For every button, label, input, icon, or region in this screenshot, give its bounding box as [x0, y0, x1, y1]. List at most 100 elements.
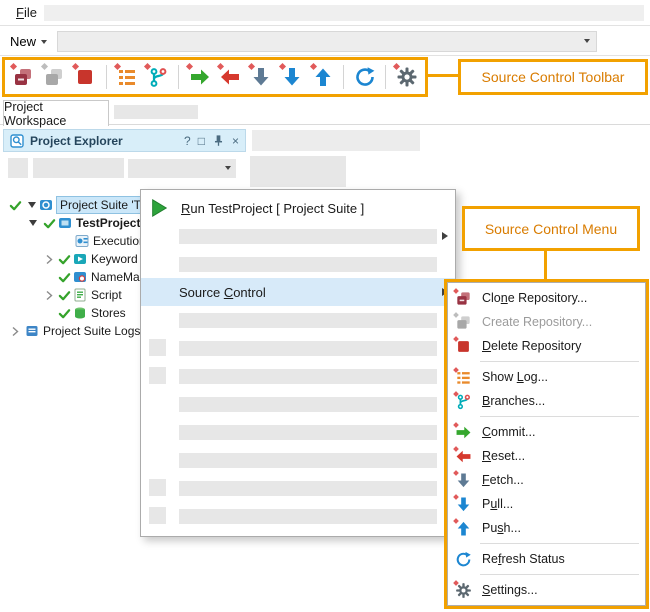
close-icon[interactable]: × [232, 135, 239, 147]
branches-button[interactable] [143, 62, 172, 92]
maximize-icon[interactable]: □ [198, 135, 205, 147]
project-suite-icon [39, 198, 53, 212]
tree-item-label[interactable]: TestProject [76, 216, 140, 230]
clone-repository-button[interactable] [9, 62, 38, 92]
callout-connector-line [428, 74, 458, 77]
expanded-arrow-icon[interactable] [29, 220, 37, 226]
tree-item-label[interactable]: Stores [91, 306, 126, 320]
menu-separator [480, 574, 639, 575]
submenu-item-push[interactable]: Push... [448, 516, 645, 540]
submenu-item-label: Branches... [482, 394, 545, 408]
commit-button[interactable] [185, 62, 214, 92]
menu-item-redacted[interactable] [141, 474, 455, 502]
project-suite-logs-icon [25, 324, 39, 338]
redacted-label-placeholder [179, 397, 437, 412]
submenu-item-create-repository[interactable]: Create Repository... [448, 310, 645, 334]
redacted-icon-placeholder [149, 479, 166, 496]
tree-item-label[interactable]: NameMa [91, 270, 140, 284]
check-icon [58, 271, 71, 284]
menu-item-redacted[interactable] [141, 446, 455, 474]
reset-button[interactable] [216, 62, 245, 92]
new-button[interactable]: New [6, 31, 51, 52]
menu-item-run-testproject[interactable]: Run TestProject [ Project Suite ] [141, 194, 455, 222]
tree-item-label[interactable]: Script [91, 288, 122, 302]
clone-repository-icon [12, 66, 34, 88]
tree-item-label[interactable]: Project Suite 'Te [57, 197, 149, 213]
source-control-menu-callout: Source Control Menu [462, 206, 640, 251]
tree-item-label[interactable]: Project Suite Logs [43, 324, 140, 338]
tab-bar: Project Workspace [0, 98, 650, 125]
panel-redacted-placeholder [252, 130, 420, 151]
collapsed-arrow-icon[interactable] [45, 254, 53, 265]
panel-title: Project Explorer [30, 134, 123, 148]
create-repository-button[interactable] [40, 62, 69, 92]
submenu-item-label: Commit... [482, 425, 535, 439]
tree-item-label[interactable]: Keyword [91, 252, 138, 266]
redacted-label-placeholder [179, 369, 437, 384]
settings-button[interactable] [392, 62, 421, 92]
collapsed-arrow-icon[interactable] [11, 326, 19, 337]
source-control-menu: Clone Repository... Create Repository...… [447, 282, 646, 606]
commit-icon [189, 66, 211, 88]
submenu-item-label: Settings... [482, 583, 538, 597]
script-icon [73, 288, 87, 302]
tab-project-workspace[interactable]: Project Workspace [3, 100, 109, 126]
testcomplete-window: File New Source Control Toolbar Proj [0, 0, 650, 612]
menu-item-redacted[interactable] [141, 502, 455, 530]
refresh-status-button[interactable] [350, 62, 379, 92]
fetch-icon [250, 66, 272, 88]
toolbar-combobox[interactable] [57, 31, 597, 52]
explorer-combobox-placeholder[interactable] [128, 159, 236, 178]
menu-item-redacted[interactable] [141, 306, 455, 334]
push-button[interactable] [309, 62, 338, 92]
menu-item-redacted[interactable] [141, 390, 455, 418]
file-menu[interactable]: File [16, 0, 37, 25]
branches-icon [147, 66, 169, 88]
submenu-item-pull[interactable]: Pull... [448, 492, 645, 516]
submenu-item-fetch[interactable]: Fetch... [448, 468, 645, 492]
delete-repository-button[interactable] [71, 62, 100, 92]
submenu-item-branches[interactable]: Branches... [448, 389, 645, 413]
submenu-item-show-log[interactable]: Show Log... [448, 365, 645, 389]
stores-icon [73, 306, 87, 320]
expanded-arrow-icon[interactable] [28, 202, 36, 208]
check-icon [43, 217, 56, 230]
chevron-down-icon [584, 39, 590, 43]
delete-repository-icon [74, 66, 96, 88]
menu-item-redacted[interactable] [141, 418, 455, 446]
menu-item-label: Source Control [179, 285, 266, 300]
menu-item-redacted[interactable] [141, 362, 455, 390]
submenu-item-reset[interactable]: Reset... [448, 444, 645, 468]
menu-separator [480, 543, 639, 544]
menu-item-redacted[interactable] [141, 250, 455, 278]
menu-item-source-control[interactable]: Source Control [141, 278, 455, 306]
collapsed-arrow-icon[interactable] [45, 290, 53, 301]
toolbar-separator [343, 65, 344, 89]
show-log-icon [116, 66, 138, 88]
menu-separator [480, 416, 639, 417]
pull-button[interactable] [278, 62, 307, 92]
menubar-redacted-placeholder [44, 5, 644, 21]
submenu-item-delete-repository[interactable]: Delete Repository [448, 334, 645, 358]
submenu-item-label: Show Log... [482, 370, 548, 384]
redacted-label-placeholder [179, 481, 437, 496]
submenu-arrow-icon [442, 232, 448, 240]
help-icon[interactable]: ? [184, 135, 191, 147]
submenu-item-refresh-status[interactable]: Refresh Status [448, 547, 645, 571]
submenu-item-clone-repository[interactable]: Clone Repository... [448, 286, 645, 310]
panel-redacted-placeholder [250, 156, 346, 187]
submenu-item-commit[interactable]: Commit... [448, 420, 645, 444]
menu-item-redacted[interactable] [141, 222, 455, 250]
check-icon [58, 289, 71, 302]
run-icon [149, 198, 169, 218]
menu-item-label: Run TestProject [ Project Suite ] [181, 201, 364, 216]
show-log-button[interactable] [113, 62, 142, 92]
fetch-button[interactable] [247, 62, 276, 92]
auto-hide-pin-icon[interactable] [212, 134, 225, 147]
submenu-item-settings[interactable]: Settings... [448, 578, 645, 602]
standard-toolbar: New [0, 27, 650, 56]
redacted-label-placeholder [179, 425, 437, 440]
submenu-item-label: Reset... [482, 449, 525, 463]
menu-item-redacted[interactable] [141, 334, 455, 362]
redacted-label-placeholder [179, 257, 437, 272]
